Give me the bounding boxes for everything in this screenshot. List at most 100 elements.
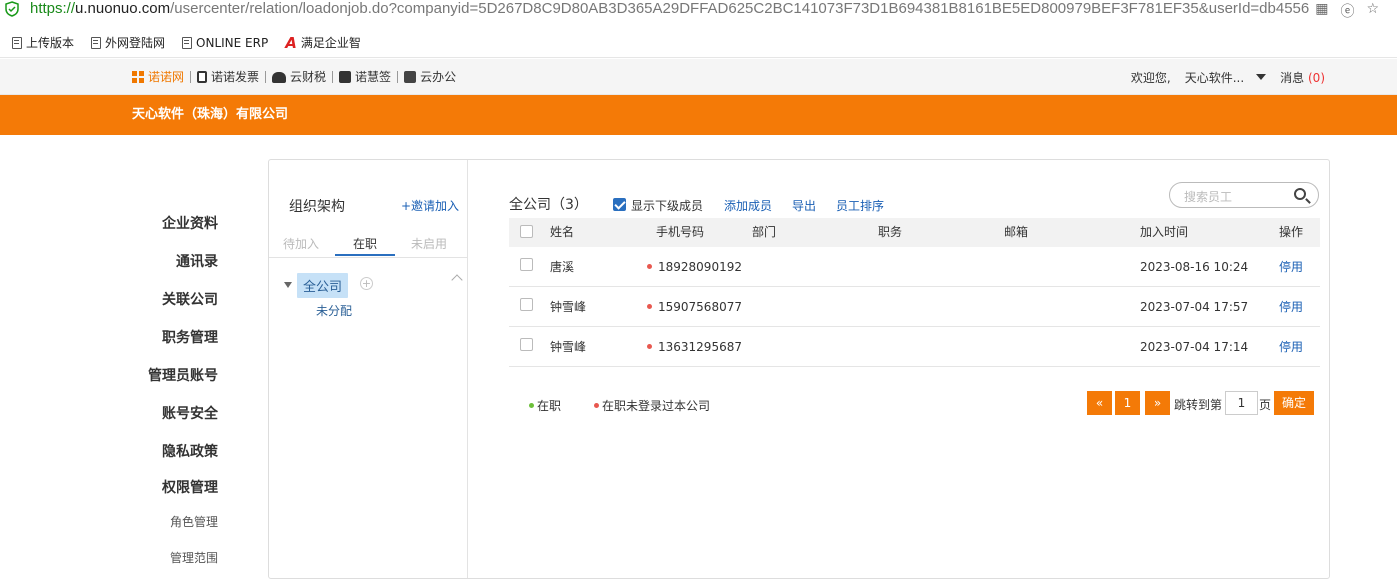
next-page-button[interactable]: »	[1145, 391, 1170, 415]
nav-sign[interactable]: 诺慧签	[333, 71, 399, 83]
menu-scope-mgmt[interactable]: 管理范围	[98, 549, 218, 566]
sort-employees-link[interactable]: 员工排序	[836, 197, 884, 214]
tab-disabled[interactable]: 未启用	[399, 234, 459, 254]
edge-icon[interactable]: ⓔ	[1340, 1, 1354, 21]
nav-invoice[interactable]: 诺诺发票	[191, 70, 267, 84]
col-phone: 手机号码	[656, 225, 705, 239]
bookmark-label: 上传版本	[26, 36, 75, 50]
show-sub-label: 显示下级成员	[631, 199, 704, 213]
doc-icon	[12, 36, 22, 49]
sign-icon	[339, 71, 352, 83]
url-text[interactable]: https://u.nuonuo.com/usercenter/relation…	[30, 0, 1310, 20]
a-logo-icon: A	[285, 33, 297, 52]
scroll-up-icon[interactable]	[451, 274, 463, 286]
tree-node-all-company[interactable]: 全公司	[297, 273, 349, 298]
qr-icon[interactable]: ▦	[1315, 1, 1328, 21]
table-row: 唐溪 18928090192 2023-08-16 10:24 停用	[509, 247, 1320, 287]
disable-link[interactable]: 停用	[1279, 247, 1303, 287]
tab-active[interactable]: 在职	[335, 234, 395, 256]
page-1-button[interactable]: 1	[1115, 391, 1140, 415]
table-header: 姓名 手机号码 部门 职务 邮箱 加入时间 操作	[509, 218, 1320, 247]
nav-label: 诺诺发票	[211, 70, 260, 84]
invoice-icon	[197, 71, 208, 83]
add-node-icon[interactable]: +	[360, 277, 373, 290]
col-email: 邮箱	[1004, 225, 1029, 239]
url-scheme: https://	[30, 0, 76, 17]
invite-link[interactable]: +邀请加入	[401, 197, 459, 214]
menu-permission-mgmt[interactable]: 权限管理	[98, 477, 218, 497]
prev-page-button[interactable]: «	[1087, 391, 1112, 415]
status-dot	[647, 304, 652, 309]
org-tabs: 待加入 在职 未启用	[269, 234, 467, 258]
url-host: u.nuonuo.com	[75, 0, 171, 17]
user-menu[interactable]: 天心软件...	[1185, 69, 1267, 86]
col-title: 职务	[878, 225, 903, 239]
disable-link[interactable]: 停用	[1279, 327, 1303, 367]
menu-position-mgmt[interactable]: 职务管理	[98, 327, 218, 347]
tree-node-unassigned[interactable]: 未分配	[316, 302, 352, 319]
company-banner: 天心软件（珠海）有限公司	[0, 95, 1397, 135]
menu-role-mgmt[interactable]: 角色管理	[98, 513, 218, 530]
bookmark-item[interactable]: A 满足企业智	[285, 34, 361, 52]
jump-page-input[interactable]: 1	[1225, 391, 1258, 415]
menu-company-info[interactable]: 企业资料	[98, 213, 218, 233]
search-input[interactable]: 搜索员工	[1169, 182, 1319, 208]
bookmark-item[interactable]: ONLINE ERP	[182, 36, 268, 50]
page-unit-label: 页	[1259, 398, 1272, 412]
table-row: 钟雪峰 15907568077 2023-07-04 17:57 停用	[509, 287, 1320, 327]
cell-name: 唐溪	[550, 260, 575, 274]
export-link[interactable]: 导出	[792, 197, 816, 214]
org-title: 组织架构	[289, 199, 345, 215]
cell-joined: 2023-07-04 17:57	[1140, 300, 1249, 314]
address-bar[interactable]: https://u.nuonuo.com/usercenter/relation…	[0, 0, 1397, 20]
messages-label: 消息	[1280, 70, 1305, 85]
bookmark-item[interactable]: 外网登陆网	[91, 34, 165, 51]
col-joined: 加入时间	[1140, 225, 1189, 239]
table-row: 钟雪峰 13631295687 2023-07-04 17:14 停用	[509, 327, 1320, 367]
nav-label: 云财税	[290, 70, 327, 84]
bookmark-label: 外网登陆网	[105, 36, 166, 50]
nav-label: 云办公	[420, 70, 457, 84]
cell-joined: 2023-08-16 10:24	[1140, 260, 1249, 274]
show-sub-checkbox[interactable]	[613, 198, 626, 211]
add-member-link[interactable]: 添加成员	[724, 197, 772, 214]
jump-confirm-button[interactable]: 确定	[1274, 391, 1314, 415]
status-dot	[647, 264, 652, 269]
disable-link[interactable]: 停用	[1279, 287, 1303, 327]
col-dept: 部门	[752, 225, 777, 239]
legend-dot	[594, 403, 599, 408]
bookmark-item[interactable]: 上传版本	[12, 34, 74, 51]
menu-admin-account[interactable]: 管理员账号	[98, 365, 218, 385]
jump-label: 跳转到第	[1174, 398, 1223, 412]
top-nav: 诺诺网 诺诺发票 云财税 诺慧签 云办公 欢迎您, 天心软件... 消息 (0)	[0, 59, 1397, 95]
search-placeholder: 搜索员工	[1184, 190, 1233, 204]
row-checkbox[interactable]	[520, 298, 533, 311]
legend-label: 在职	[537, 399, 562, 413]
nav-office[interactable]: 云办公	[398, 71, 462, 83]
search-icon[interactable]	[1294, 188, 1306, 200]
tab-pending[interactable]: 待加入	[271, 234, 331, 254]
row-checkbox[interactable]	[520, 258, 533, 271]
cell-joined: 2023-07-04 17:14	[1140, 340, 1249, 354]
menu-related-company[interactable]: 关联公司	[98, 289, 218, 309]
phone-text: 15907568077	[658, 300, 742, 314]
phone-text: 18928090192	[658, 260, 742, 274]
menu-account-security[interactable]: 账号安全	[98, 403, 218, 423]
menu-contacts[interactable]: 通讯录	[98, 251, 218, 271]
star-icon[interactable]: ☆	[1366, 1, 1379, 21]
nav-tax[interactable]: 云财税	[266, 70, 334, 84]
messages-link[interactable]: 消息 (0)	[1280, 69, 1325, 86]
doc-icon	[182, 36, 193, 49]
menu-privacy-policy[interactable]: 隐私政策	[98, 441, 218, 461]
welcome-text: 欢迎您,	[1130, 70, 1171, 85]
company-name: 天心软件（珠海）有限公司	[132, 107, 289, 122]
nav-label: 诺诺网	[148, 70, 185, 84]
tree-collapse-icon[interactable]	[284, 282, 292, 288]
legend-not-logged: 在职未登录过本公司	[594, 397, 710, 414]
legend-dot	[529, 403, 534, 408]
tab-divider	[269, 257, 467, 258]
nav-nuonuo[interactable]: 诺诺网	[132, 70, 192, 84]
select-all-checkbox[interactable]	[520, 225, 533, 238]
cell-name: 钟雪峰	[550, 300, 587, 314]
row-checkbox[interactable]	[520, 338, 533, 351]
